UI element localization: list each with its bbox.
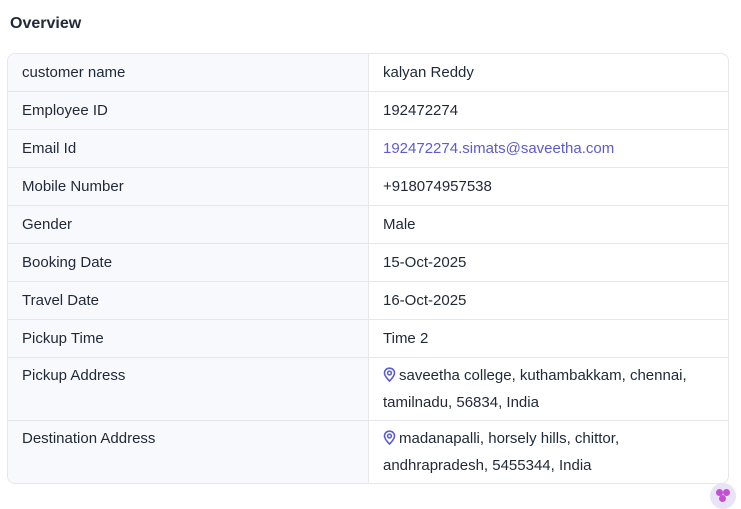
table-row: customer name kalyan Reddy: [8, 54, 728, 91]
table-row: Employee ID 192472274: [8, 91, 728, 129]
row-label: Employee ID: [8, 92, 369, 129]
row-label: Travel Date: [8, 282, 369, 319]
row-label: Email Id: [8, 130, 369, 167]
destination-address-value: madanapalli, horsely hills, chittor, and…: [369, 417, 728, 483]
pickup-address-value: saveetha college, kuthambakkam, chennai,…: [369, 354, 728, 420]
row-label: Pickup Time: [8, 320, 369, 357]
pickup-address-text: saveetha college, kuthambakkam, chennai,…: [383, 367, 687, 411]
table-row: Travel Date 16-Oct-2025: [8, 281, 728, 319]
map-pin-icon: [383, 428, 396, 453]
table-row: Pickup Address saveetha college, kuthamb…: [8, 357, 728, 420]
table-row: Booking Date 15-Oct-2025: [8, 243, 728, 281]
table-row: Mobile Number +918074957538: [8, 167, 728, 205]
pickup-time-value: Time 2: [383, 330, 429, 347]
table-row: Email Id 192472274.simats@saveetha.com: [8, 129, 728, 167]
table-row: Gender Male: [8, 205, 728, 243]
page-title: Overview: [10, 15, 82, 32]
row-label: customer name: [8, 54, 369, 91]
destination-address-text: madanapalli, horsely hills, chittor, and…: [383, 430, 620, 474]
row-label: Pickup Address: [8, 358, 369, 420]
table-row: Pickup Time Time 2: [8, 319, 728, 357]
row-label: Gender: [8, 206, 369, 243]
employee-id-value: 192472274: [383, 102, 459, 119]
assistant-launcher-icon[interactable]: [710, 483, 736, 509]
row-label: Destination Address: [8, 421, 369, 483]
overview-table: customer name kalyan Reddy Employee ID 1…: [7, 53, 729, 484]
mobile-number-value: +918074957538: [383, 178, 492, 195]
map-pin-icon: [383, 365, 396, 390]
row-label: Booking Date: [8, 244, 369, 281]
booking-date-value: 15-Oct-2025: [383, 254, 467, 271]
table-row: Destination Address madanapalli, horsely…: [8, 420, 728, 483]
row-label: Mobile Number: [8, 168, 369, 205]
email-link[interactable]: 192472274.simats@saveetha.com: [383, 140, 614, 157]
travel-date-value: 16-Oct-2025: [383, 292, 467, 309]
gender-value: Male: [383, 216, 416, 233]
customer-name-value: kalyan Reddy: [383, 64, 474, 81]
